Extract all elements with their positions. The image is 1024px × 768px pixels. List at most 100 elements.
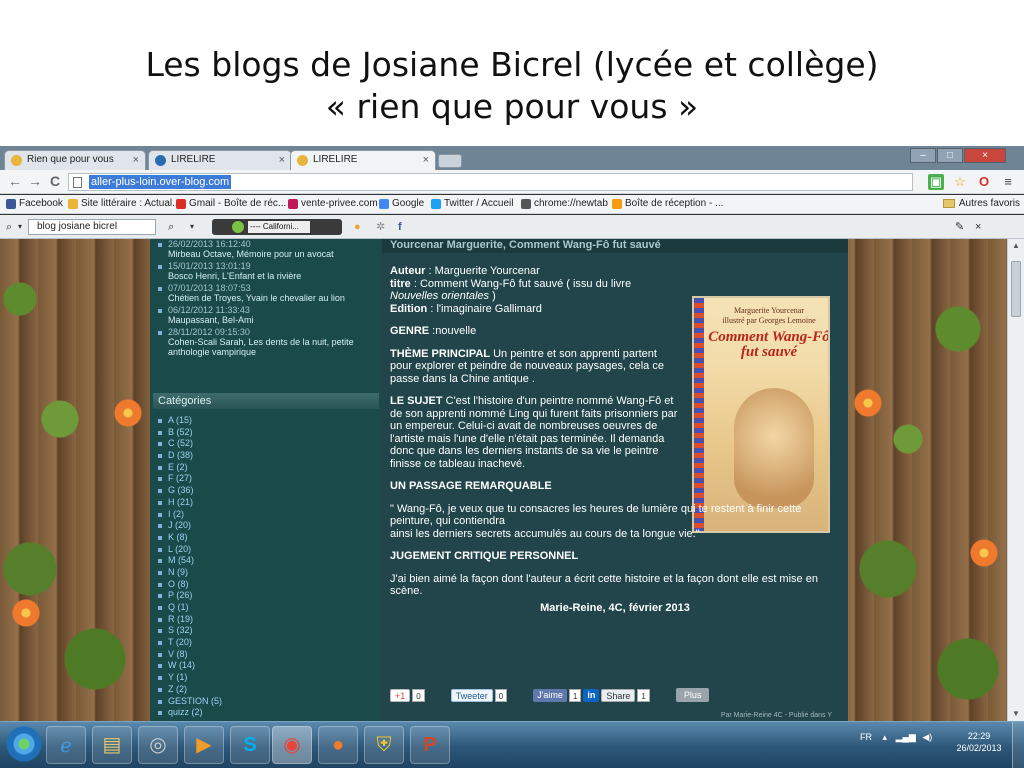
gplus-button[interactable]: +1 [390, 688, 411, 702]
file-explorer-icon[interactable]: ▤ [92, 726, 132, 764]
vertical-scrollbar[interactable]: ▲ ▼ [1007, 239, 1024, 721]
media-player-icon[interactable]: ▶ [184, 726, 224, 764]
category-link[interactable]: K (8) [158, 532, 378, 544]
security-shield-icon[interactable]: ⛨ [364, 726, 404, 764]
category-label[interactable]: G (36) [168, 485, 194, 495]
tab-close-icon[interactable]: × [279, 151, 285, 169]
like-button[interactable]: J'aime [533, 688, 567, 702]
category-link[interactable]: G (36) [158, 485, 378, 497]
bookmark-newtab[interactable]: chrome://newtab [521, 197, 608, 211]
minimize-button[interactable]: – [910, 148, 936, 163]
search-icon[interactable]: ⌕ [6, 219, 12, 235]
tab-lirelire-1[interactable]: LIRELIRE × [148, 150, 292, 170]
scroll-thumb[interactable] [1011, 261, 1021, 317]
star-icon[interactable]: ☆ [952, 174, 968, 190]
tab-close-icon[interactable]: × [423, 151, 429, 169]
other-bookmarks[interactable]: Autres favoris [942, 197, 1020, 211]
tab-rien-que-pour-vous[interactable]: Rien que pour vous × [4, 150, 146, 170]
network-icon[interactable]: ▂▄▆ [896, 732, 916, 742]
new-tab-button[interactable] [438, 154, 462, 168]
category-link[interactable]: Q (1) [158, 602, 378, 614]
category-link[interactable]: V (8) [158, 649, 378, 661]
tweet-button[interactable]: Tweeter [450, 688, 493, 702]
category-label[interactable]: M (54) [168, 555, 194, 565]
powerpoint-icon[interactable]: P [410, 726, 450, 764]
category-label[interactable]: N (9) [168, 567, 188, 577]
bookmark-vente-privee[interactable]: vente-privee.com [288, 197, 378, 211]
category-link[interactable]: F (27) [158, 473, 378, 485]
category-link[interactable]: R (19) [158, 614, 378, 626]
chevron-down-icon[interactable]: ▾ [190, 219, 194, 235]
category-label[interactable]: L (20) [168, 544, 191, 554]
internet-explorer-icon[interactable]: e [46, 726, 86, 764]
facebook-icon[interactable]: f [398, 219, 402, 235]
share-button[interactable]: Share [601, 688, 636, 702]
scroll-down-icon[interactable]: ▼ [1008, 707, 1024, 721]
category-label[interactable]: Q (1) [168, 602, 189, 612]
category-link[interactable]: T (20) [158, 637, 378, 649]
reload-button[interactable]: C [50, 173, 60, 189]
menu-icon[interactable]: ≡ [1000, 174, 1016, 190]
category-link[interactable]: D (38) [158, 450, 378, 462]
close-icon[interactable]: × [975, 219, 981, 235]
list-item[interactable]: 15/01/2013 13:01:19 Bosco Henri, L'Enfan… [156, 261, 378, 281]
category-label[interactable]: D (38) [168, 450, 193, 460]
category-link[interactable]: Z (2) [158, 684, 378, 696]
media-center-icon[interactable]: ◎ [138, 726, 178, 764]
search-input[interactable]: blog josiane bicrel [28, 219, 156, 235]
post-heading[interactable]: Yourcenar Marguerite, Comment Wang-Fô fu… [382, 239, 848, 253]
category-link[interactable]: I (2) [158, 509, 378, 521]
article-link[interactable]: Chétien de Troyes, Yvain le chevalier au… [168, 293, 378, 303]
extension-icon[interactable]: ▣ [928, 174, 944, 190]
category-label[interactable]: Z (2) [168, 684, 187, 694]
weather-icon[interactable]: ● [354, 219, 361, 235]
category-label[interactable]: C (52) [168, 438, 193, 448]
category-label[interactable]: S (32) [168, 625, 193, 635]
category-link[interactable]: W (14) [158, 660, 378, 672]
article-link[interactable]: Bosco Henri, L'Enfant et la rivière [168, 271, 378, 281]
bookmark-facebook[interactable]: Facebook [6, 197, 63, 211]
bookmark-boite-reception[interactable]: Boîte de réception - ... [612, 197, 723, 211]
url-text[interactable]: aller-plus-loin.over-blog.com [89, 175, 232, 189]
category-link[interactable]: B (52) [158, 427, 378, 439]
category-label[interactable]: H (21) [168, 497, 193, 507]
category-link[interactable]: Y (1) [158, 672, 378, 684]
play-icon[interactable] [232, 221, 244, 233]
category-label[interactable]: J (20) [168, 520, 191, 530]
category-label[interactable]: K (8) [168, 532, 188, 542]
language-indicator[interactable]: FR [860, 732, 872, 742]
skype-icon[interactable]: S [230, 726, 270, 764]
category-link[interactable]: H (21) [158, 497, 378, 509]
firefox-icon[interactable]: ● [318, 726, 358, 764]
category-link[interactable]: O (8) [158, 579, 378, 591]
forward-button[interactable]: → [28, 173, 42, 189]
category-label[interactable]: W (14) [168, 660, 195, 670]
category-link[interactable]: quizz (2) [158, 707, 378, 719]
start-button[interactable] [6, 726, 42, 762]
show-desktop-button[interactable] [1012, 722, 1024, 768]
address-bar[interactable]: aller-plus-loin.over-blog.com [68, 173, 913, 191]
category-label[interactable]: R (19) [168, 614, 193, 624]
category-label[interactable]: P (26) [168, 590, 192, 600]
category-link[interactable]: L (20) [158, 544, 378, 556]
category-link[interactable]: P (26) [158, 590, 378, 602]
article-link[interactable]: Mirbeau Octave, Mémoire pour un avocat [168, 249, 378, 259]
bookmark-site-litteraire[interactable]: Site littéraire : Actual... [68, 197, 181, 211]
list-item[interactable]: 26/02/2013 16:12:40 Mirbeau Octave, Mémo… [156, 239, 378, 259]
list-item[interactable]: 07/01/2013 18:07:53 Chétien de Troyes, Y… [156, 283, 378, 303]
list-item[interactable]: 28/11/2012 09:15:30 Cohen-Scali Sarah, L… [156, 327, 378, 357]
scroll-up-icon[interactable]: ▲ [1008, 239, 1024, 253]
category-label[interactable]: B (52) [168, 427, 193, 437]
tab-lirelire-2[interactable]: LIRELIRE × [290, 150, 436, 170]
settings-icon[interactable]: ✲ [376, 219, 385, 235]
close-window-button[interactable]: × [964, 148, 1006, 163]
tray-arrow-icon[interactable]: ▴ [883, 732, 888, 742]
category-label[interactable]: O (8) [168, 579, 189, 589]
category-label[interactable]: I (2) [168, 509, 184, 519]
category-link[interactable]: E (2) [158, 462, 378, 474]
category-label[interactable]: V (8) [168, 649, 188, 659]
category-link[interactable]: A (15) [158, 415, 378, 427]
bookmark-twitter[interactable]: Twitter / Accueil [431, 197, 513, 211]
category-label[interactable]: E (2) [168, 462, 188, 472]
search-icon[interactable]: ⌕ [168, 219, 174, 235]
